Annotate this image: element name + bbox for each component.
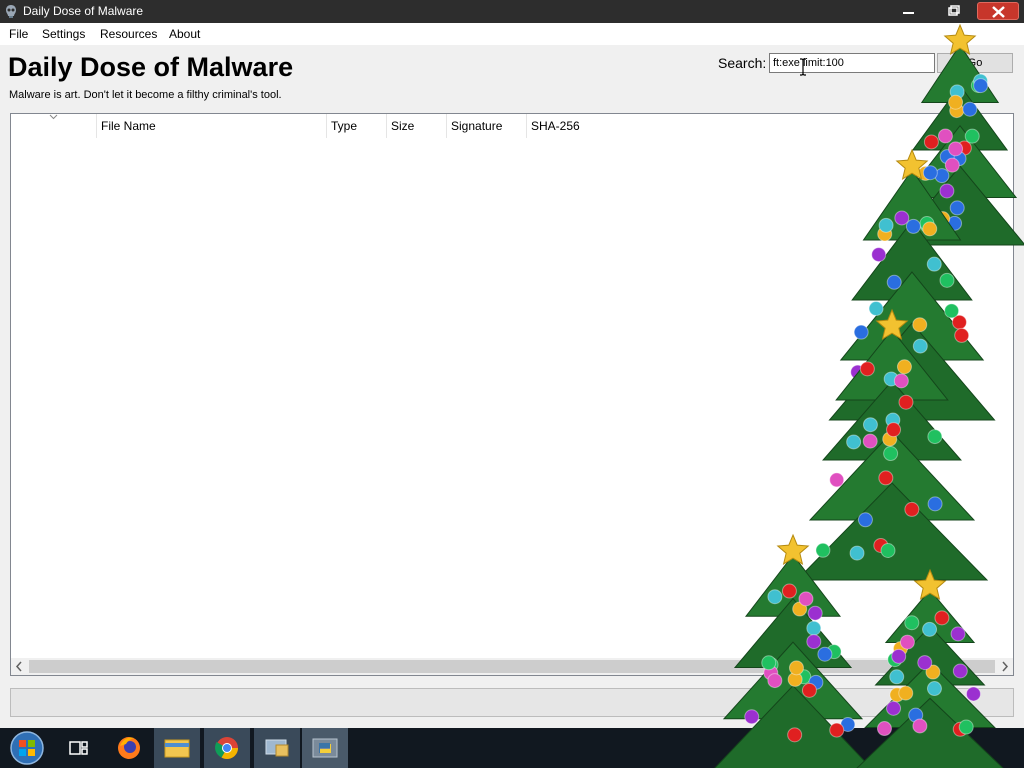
page-title: Daily Dose of Malware <box>8 52 294 82</box>
close-icon <box>992 6 1005 18</box>
start-button[interactable] <box>4 728 48 768</box>
go-button[interactable]: Go <box>937 53 1013 73</box>
text-cursor-icon <box>800 58 806 76</box>
scroll-right-icon[interactable] <box>996 658 1013 675</box>
title-bar: Daily Dose of Malware <box>0 0 1024 23</box>
task-view-icon[interactable] <box>58 728 98 768</box>
taskbar <box>0 728 1024 768</box>
sort-chevron-icon[interactable] <box>49 114 58 120</box>
minimize-icon <box>903 12 914 14</box>
column-header-file-name[interactable]: File Name <box>96 114 326 138</box>
restore-button[interactable] <box>933 2 973 20</box>
minimize-button[interactable] <box>888 2 929 20</box>
restore-icon <box>948 5 960 16</box>
search-label: Search: <box>718 55 767 71</box>
search-input[interactable] <box>769 53 935 73</box>
menu-about[interactable]: About <box>169 27 200 41</box>
file-table[interactable]: File Name Type Size Signature SHA-256 <box>10 113 1014 676</box>
horizontal-scrollbar[interactable] <box>11 658 1013 675</box>
scroll-left-icon[interactable] <box>11 658 28 675</box>
page-subtitle: Malware is art. Don't let it become a fi… <box>9 89 282 101</box>
menu-settings[interactable]: Settings <box>42 27 85 41</box>
app-icon <box>6 5 16 18</box>
menu-resources[interactable]: Resources <box>100 27 157 41</box>
window-title: Daily Dose of Malware <box>23 4 144 18</box>
windows-start-icon <box>10 731 44 765</box>
remote-desktop-icon[interactable] <box>254 728 300 768</box>
scrollbar-thumb[interactable] <box>29 660 995 673</box>
chrome-icon[interactable] <box>204 728 250 768</box>
status-bar <box>10 688 1014 717</box>
menu-file[interactable]: File <box>9 27 28 41</box>
file-explorer-icon[interactable] <box>154 728 200 768</box>
close-button[interactable] <box>977 2 1019 20</box>
firefox-icon[interactable] <box>108 728 150 768</box>
column-header-size[interactable]: Size <box>386 114 446 138</box>
menu-bar: File Settings Resources About <box>0 23 1024 45</box>
column-header-type[interactable]: Type <box>326 114 386 138</box>
column-header-signature[interactable]: Signature <box>446 114 526 138</box>
column-header-sha256[interactable]: SHA-256 <box>526 114 646 138</box>
python-icon[interactable] <box>302 728 348 768</box>
